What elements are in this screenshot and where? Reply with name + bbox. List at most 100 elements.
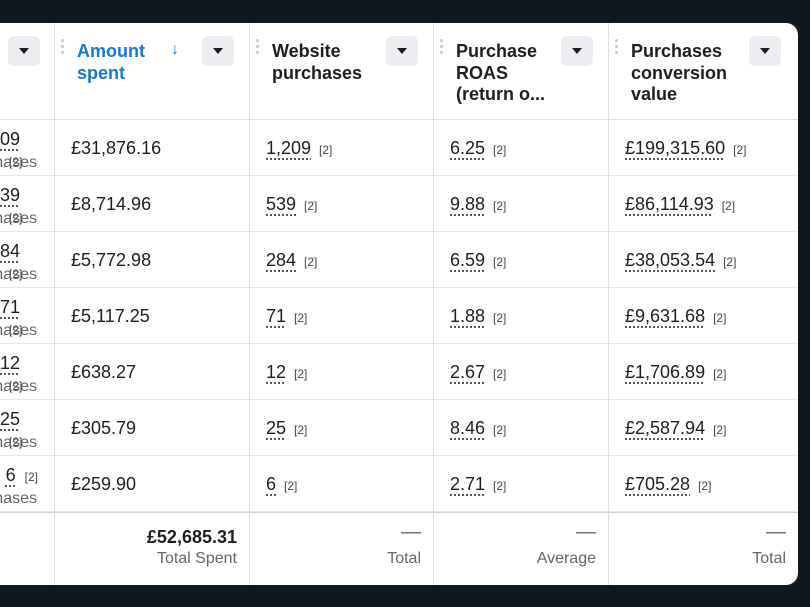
website-purchases-cell: 71 [2]: [266, 306, 307, 327]
table-row: 71 [2]: [250, 288, 433, 344]
website-purchases-cell: 539 [2]: [266, 194, 317, 215]
results-column: 09[2]hases39[2]hases84[2]hases71[2]hases…: [0, 23, 55, 585]
website-purchases-header[interactable]: Website purchases: [250, 23, 433, 120]
table-row: £259.90: [55, 456, 249, 512]
purchases-conversion-value-title[interactable]: Purchases conversion value: [631, 41, 746, 106]
amount-spent-value: £638.27: [71, 362, 137, 382]
website-purchases-value[interactable]: 539: [266, 194, 296, 214]
purchases-conversion-value-column: Purchases conversion value £199,315.60 [2…: [609, 23, 798, 585]
purchase-roas-value[interactable]: 2.71: [450, 474, 485, 494]
results-menu-button[interactable]: [8, 36, 40, 66]
attribution-badge: [2]: [493, 199, 507, 213]
amount-spent-header[interactable]: Amount spent ↓: [55, 23, 249, 120]
purchase-roas-value[interactable]: 6.25: [450, 138, 485, 158]
attribution-badge: [2]: [723, 255, 737, 269]
results-label: hases: [0, 266, 37, 283]
website-purchases-value[interactable]: 6: [266, 474, 276, 494]
purchase-roas-value[interactable]: 8.46: [450, 418, 485, 438]
website-purchases-value[interactable]: 71: [266, 306, 286, 326]
website-purchases-title[interactable]: Website purchases: [272, 41, 382, 84]
purchase-roas-value[interactable]: 2.67: [450, 362, 485, 382]
amount-spent-value: £5,117.25: [71, 306, 150, 326]
total-spent-label: Total Spent: [156, 550, 237, 567]
table-row: 6.25 [2]: [434, 120, 608, 176]
attribution-badge: [2]: [24, 470, 38, 484]
attribution-badge: [2]: [319, 143, 333, 157]
purchase-roas-cell: 2.67 [2]: [450, 362, 506, 383]
table-row: 6.59 [2]: [434, 232, 608, 288]
purchase-roas-header[interactable]: Purchase ROAS (return o...: [434, 23, 608, 120]
results-label: hases: [0, 378, 37, 395]
purchases-conversion-value-value[interactable]: £9,631.68: [625, 306, 705, 326]
purchase-roas-value[interactable]: 9.88: [450, 194, 485, 214]
table-row: £86,114.93 [2]: [609, 176, 798, 232]
results-number[interactable]: 84: [0, 241, 20, 261]
purchases-conversion-value-header[interactable]: Purchases conversion value: [609, 23, 798, 120]
table-row: 2.71 [2]: [434, 456, 608, 512]
website-purchases-cell: 284 [2]: [266, 250, 317, 271]
website-purchases-value[interactable]: 1,209: [266, 138, 311, 158]
website-purchases-menu-button[interactable]: [386, 36, 418, 66]
purchase-roas-column: Purchase ROAS (return o... 6.25 [2] 9.88 [2…: [434, 23, 609, 585]
results-number[interactable]: 6: [6, 465, 16, 485]
results-number[interactable]: 39: [0, 185, 20, 205]
amount-spent-value: £8,714.96: [71, 194, 152, 214]
results-footer: [0, 512, 54, 585]
drag-handle-icon[interactable]: [61, 39, 65, 59]
purchase-roas-menu-button[interactable]: [561, 36, 593, 66]
attribution-badge: [2]: [493, 367, 507, 381]
purchase-roas-title[interactable]: Purchase ROAS (return o...: [456, 41, 561, 106]
footer-dash: —: [401, 521, 421, 543]
website-purchases-footer: — Total: [250, 512, 433, 585]
table-row: 2.67 [2]: [434, 344, 608, 400]
website-purchases-value[interactable]: 25: [266, 418, 286, 438]
amount-spent-value: £31,876.16: [71, 138, 162, 158]
purchase-roas-value[interactable]: 1.88: [450, 306, 485, 326]
results-number[interactable]: 12: [0, 353, 20, 373]
amount-spent-footer: £52,685.31 Total Spent: [55, 512, 249, 585]
purchases-conversion-value-value[interactable]: £199,315.60: [625, 138, 725, 158]
purchases-conversion-value-value[interactable]: £38,053.54: [625, 250, 715, 270]
table-row: 9.88 [2]: [434, 176, 608, 232]
table-row: £2,587.94 [2]: [609, 400, 798, 456]
table-row: 12 [2]: [250, 344, 433, 400]
attribution-badge: [2]: [304, 255, 318, 269]
purchases-conversion-value-value[interactable]: £2,587.94: [625, 418, 705, 438]
attribution-badge: [2]: [284, 479, 298, 493]
purchases-conversion-value-cell: £9,631.68 [2]: [625, 306, 726, 327]
purchases-conversion-value-cell: £1,706.89 [2]: [625, 362, 726, 383]
amount-spent-title[interactable]: Amount spent: [77, 41, 177, 84]
purchases-conversion-value-value[interactable]: £705.28: [625, 474, 690, 494]
purchases-conversion-value-cell: £38,053.54 [2]: [625, 250, 736, 271]
drag-handle-icon[interactable]: [256, 39, 260, 59]
results-value[interactable]: 6 [2]: [6, 465, 38, 486]
amount-spent-menu-button[interactable]: [202, 36, 234, 66]
amount-spent-value: £5,772.98: [71, 250, 152, 270]
website-purchases-column: Website purchases 1,209 [2] 539 [2] 284 [2] 71…: [250, 23, 434, 585]
purchase-roas-value[interactable]: 6.59: [450, 250, 485, 270]
purchase-roas-cell: 8.46 [2]: [450, 418, 506, 439]
attribution-badge: [2]: [493, 479, 507, 493]
results-number[interactable]: 71: [0, 297, 20, 317]
results-number[interactable]: 09: [0, 129, 20, 149]
table-row: £38,053.54 [2]: [609, 232, 798, 288]
table-row: 71[2]hases: [0, 288, 54, 344]
drag-handle-icon[interactable]: [440, 39, 444, 59]
results-number[interactable]: 25: [0, 409, 20, 429]
results-label: hases: [0, 210, 37, 227]
attribution-badge: [2]: [713, 367, 727, 381]
table-row: 8.46 [2]: [434, 400, 608, 456]
purchase-roas-cell: 6.59 [2]: [450, 250, 506, 271]
footer-label: Total: [752, 550, 786, 567]
purchases-conversion-value-menu-button[interactable]: [749, 36, 781, 66]
drag-handle-icon[interactable]: [615, 39, 619, 59]
website-purchases-value[interactable]: 12: [266, 362, 286, 382]
arrow-down-icon[interactable]: ↓: [171, 41, 179, 59]
purchases-conversion-value-value[interactable]: £86,114.93: [625, 194, 714, 214]
attribution-badge: [2]: [733, 143, 747, 157]
table-row: 284 [2]: [250, 232, 433, 288]
amount-spent-value: £259.90: [71, 474, 137, 494]
table-row: £705.28 [2]: [609, 456, 798, 512]
website-purchases-value[interactable]: 284: [266, 250, 296, 270]
purchases-conversion-value-value[interactable]: £1,706.89: [625, 362, 705, 382]
